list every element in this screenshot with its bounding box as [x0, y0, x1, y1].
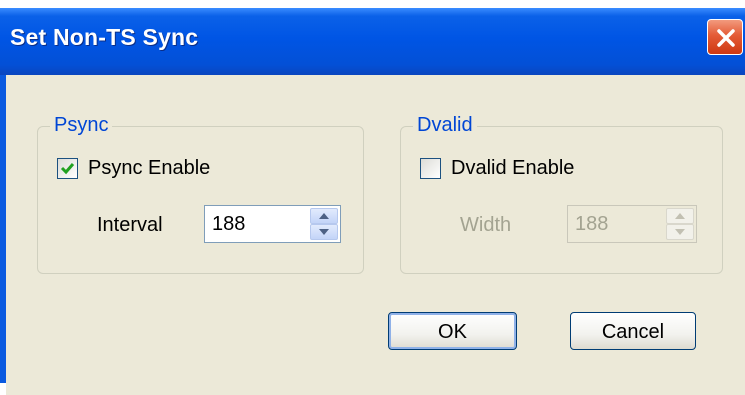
- triangle-up-icon: [319, 213, 329, 219]
- psync-groupbox: Psync Psync Enable Interval 188: [37, 114, 364, 274]
- dialog-body: Psync Psync Enable Interval 188 Dvalid D…: [6, 75, 745, 395]
- psync-enable-checkbox[interactable]: Psync Enable: [57, 157, 247, 183]
- cancel-button[interactable]: Cancel: [570, 312, 696, 350]
- psync-enable-label: Psync Enable: [88, 157, 211, 179]
- dvalid-enable-label: Dvalid Enable: [451, 157, 575, 179]
- interval-spin-arrows[interactable]: [310, 208, 338, 240]
- title-bar[interactable]: Set Non-TS Sync: [0, 8, 745, 75]
- interval-value[interactable]: 188: [212, 213, 245, 236]
- triangle-up-icon: [675, 213, 685, 219]
- checkmark-icon: [60, 163, 75, 175]
- width-value[interactable]: 188: [575, 213, 608, 236]
- close-x-icon: [717, 29, 735, 47]
- psync-group-label: Psync: [50, 114, 113, 137]
- dialog-window: Set Non-TS Sync Psync Psync Enable Inter…: [0, 8, 745, 395]
- dvalid-enable-checkbox-box[interactable]: [420, 158, 441, 179]
- interval-spin-up-button[interactable]: [310, 208, 338, 224]
- ok-button[interactable]: OK: [388, 312, 517, 350]
- interval-spinbox[interactable]: 188: [204, 205, 341, 243]
- triangle-down-icon: [319, 229, 329, 235]
- interval-label: Interval: [97, 214, 163, 236]
- dvalid-enable-checkbox[interactable]: Dvalid Enable: [420, 157, 610, 183]
- width-spin-up-button[interactable]: [666, 208, 694, 224]
- width-spin-down-button[interactable]: [666, 224, 694, 240]
- width-spinbox[interactable]: 188: [567, 205, 697, 243]
- dvalid-groupbox: Dvalid Dvalid Enable Width 188: [400, 114, 723, 274]
- width-label: Width: [460, 214, 512, 236]
- width-spin-arrows[interactable]: [666, 208, 694, 240]
- psync-enable-checkbox-box[interactable]: [57, 158, 78, 179]
- close-button[interactable]: [707, 19, 743, 55]
- dvalid-group-label: Dvalid: [413, 114, 477, 137]
- window-title: Set Non-TS Sync: [10, 24, 199, 50]
- interval-spin-down-button[interactable]: [310, 224, 338, 240]
- triangle-down-icon: [675, 229, 685, 235]
